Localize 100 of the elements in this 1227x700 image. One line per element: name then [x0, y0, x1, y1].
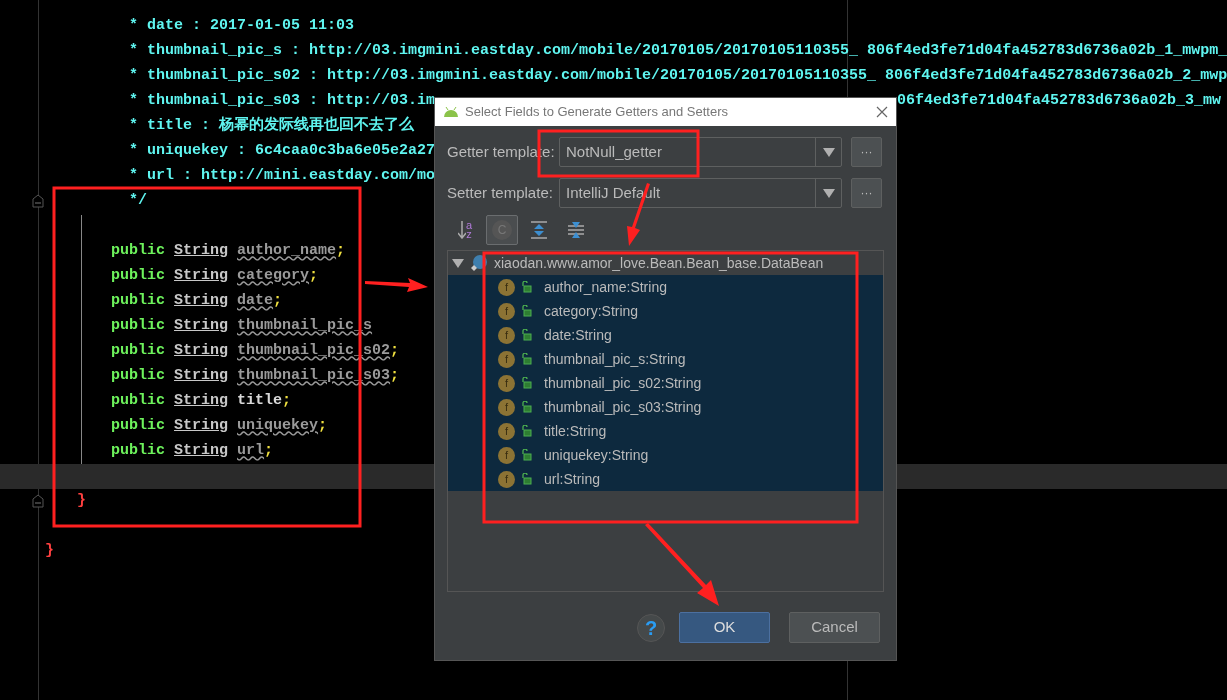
dialog-title: Select Fields to Generate Getters and Setters: [465, 103, 730, 122]
code-keyword: public: [111, 266, 165, 287]
code-semicolon: ;: [309, 266, 319, 287]
field-row[interactable]: f date:String: [448, 323, 883, 347]
unlocked-icon: [521, 401, 532, 413]
code-comment: * uniquekey : 6c4caa0c3ba6e05e2a27: [129, 141, 436, 162]
code-type: String: [174, 341, 229, 362]
sort-letter: a: [465, 221, 473, 230]
field-row[interactable]: f thumbnail_pic_s:String: [448, 347, 883, 371]
expand-arrow-icon[interactable]: [452, 257, 464, 269]
help-button[interactable]: ?: [637, 613, 665, 642]
cancel-button[interactable]: Cancel: [789, 612, 880, 643]
unlocked-icon: [521, 281, 532, 293]
expand-all-icon: [530, 221, 548, 239]
code-type: String: [174, 441, 229, 462]
code-semicolon: ;: [318, 416, 328, 437]
collapse-all-icon: [567, 221, 585, 239]
sort-letter: z: [465, 230, 473, 239]
edit-template-button[interactable]: ···: [851, 137, 882, 167]
code-type: String: [174, 391, 229, 412]
code-comment: 06f4ed3fe71d04fa452783d6736a02b_3_mw: [897, 91, 1222, 112]
dropdown-caret-icon: [822, 147, 835, 157]
code-keyword: public: [111, 441, 165, 462]
fold-icon[interactable]: [32, 194, 44, 208]
field-icon: f: [498, 398, 515, 416]
unlocked-icon: [521, 305, 532, 317]
field-icon: f: [498, 302, 515, 320]
code-keyword: public: [111, 341, 165, 362]
unlocked-icon: [521, 473, 532, 485]
template-dropdown[interactable]: NotNull_getter: [559, 137, 842, 167]
field-icon: f: [498, 422, 515, 440]
unlocked-icon: [521, 449, 532, 461]
code-type: String: [174, 291, 229, 312]
field-icon: f: [498, 446, 515, 464]
fold-icon[interactable]: [32, 494, 44, 508]
code-comment: * thumbnail_pic_s : http://03.imgmini.eastday.com/mobile/20170105/20170105110355_ 806f4ed3fe71d04fa452783d6736a02b_1_mwpm_: [129, 41, 1227, 62]
code-comment: */: [129, 191, 147, 212]
code-semicolon: ;: [264, 441, 274, 462]
field-label: category:String: [544, 301, 639, 321]
field-row[interactable]: f uniquekey:String: [448, 443, 883, 467]
code-comment: * date : 2017-01-05 11:03: [129, 16, 355, 37]
down-arrow-icon: [457, 221, 466, 239]
field-row[interactable]: f thumbnail_pic_s03:String: [448, 395, 883, 419]
code-semicolon: ;: [390, 341, 400, 362]
field-label: thumbnail_pic_s03:String: [544, 397, 702, 417]
unlocked-icon: [521, 353, 532, 365]
template-label: Setter template:: [447, 182, 553, 203]
code-keyword: public: [111, 366, 165, 387]
code-identifier: date: [237, 291, 274, 312]
android-icon: [443, 106, 459, 118]
field-icon: f: [498, 326, 515, 344]
class-name: xiaodan.www.amor_love.Bean.Bean_base.DataBean: [494, 253, 824, 273]
code-keyword: public: [111, 416, 165, 437]
code-keyword: public: [111, 291, 165, 312]
unlocked-icon: [521, 329, 532, 341]
field-row[interactable]: f url:String: [448, 467, 883, 491]
field-label: thumbnail_pic_s02:String: [544, 373, 702, 393]
code-identifier: author_name: [237, 241, 337, 262]
code-semicolon: ;: [282, 391, 292, 412]
field-row[interactable]: f category:String: [448, 299, 883, 323]
ok-button[interactable]: OK: [679, 612, 770, 643]
field-row[interactable]: f title:String: [448, 419, 883, 443]
field-icon: f: [498, 374, 515, 392]
field-label: url:String: [544, 469, 601, 489]
dropdown-caret-icon: [822, 188, 835, 198]
annotation-arrow: [365, 278, 428, 292]
unlocked-icon: [521, 425, 532, 437]
unlocked-icon: [521, 377, 532, 389]
field-icon: f: [498, 278, 515, 296]
code-type: String: [174, 241, 229, 262]
code-comment: * thumbnail_pic_s02 : http://03.imgmini.eastday.com/mobile/20170105/20170105110355_ 806f4ed3fe71d04fa452783d6736a02b_2_mwp: [129, 66, 1227, 87]
code-brace: }: [45, 541, 54, 562]
code-brace: }: [77, 491, 86, 512]
field-icon: f: [498, 470, 515, 488]
code-keyword: public: [111, 316, 165, 337]
field-icon: f: [498, 350, 515, 368]
field-label: author_name:String: [544, 277, 667, 297]
field-label: thumbnail_pic_s:String: [544, 349, 686, 369]
close-icon[interactable]: [876, 106, 888, 118]
field-row[interactable]: f author_name:String: [448, 275, 883, 299]
code-type: String: [174, 266, 229, 287]
code-identifier: category: [237, 266, 310, 287]
code-identifier: uniquekey: [237, 416, 319, 437]
code-keyword: public: [111, 241, 165, 262]
field-row[interactable]: f thumbnail_pic_s02:String: [448, 371, 883, 395]
edit-template-button[interactable]: ···: [851, 178, 882, 208]
code-semicolon: ;: [273, 291, 283, 312]
field-label: date:String: [544, 325, 612, 345]
code-identifier: title: [237, 391, 283, 412]
code-identifier: url: [237, 441, 265, 462]
code-keyword: public: [111, 391, 165, 412]
code-type: String: [174, 366, 229, 387]
code-comment: * title : 杨幂的发际线再也回不去了么: [129, 115, 414, 137]
field-label: title:String: [544, 421, 607, 441]
toolbar-button[interactable]: a z: [449, 215, 481, 245]
code-comment: * thumbnail_pic_s03 : http://03.im: [129, 91, 436, 112]
class-icon: [470, 254, 488, 272]
code-semicolon: ;: [390, 366, 400, 387]
code-semicolon: ;: [336, 241, 346, 262]
code-comment: * url : http://mini.eastday.com/mo: [129, 166, 436, 187]
